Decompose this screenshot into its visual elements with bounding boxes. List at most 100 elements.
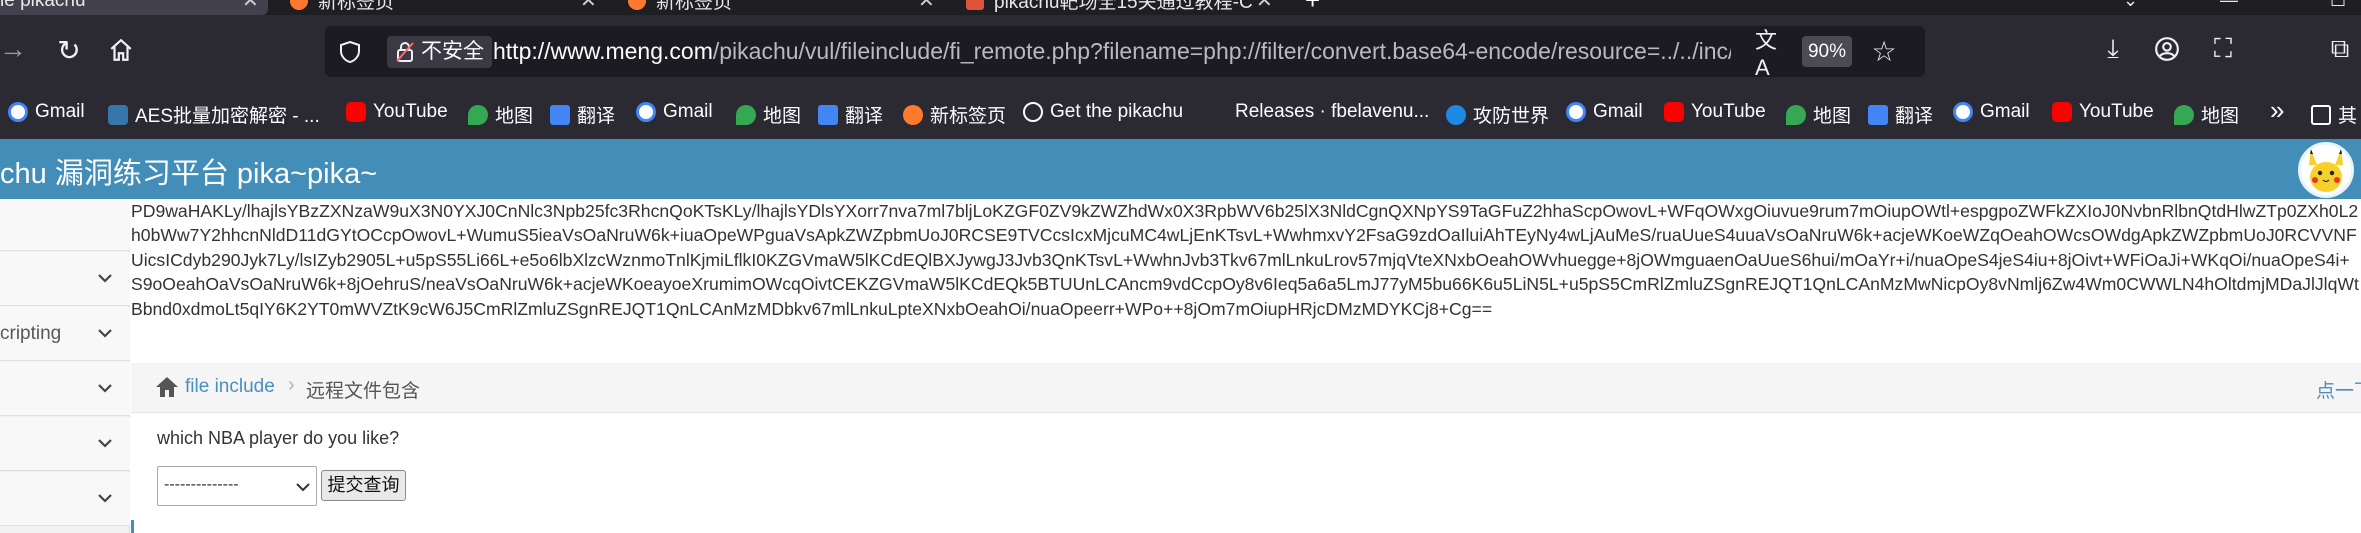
tab-new-1[interactable]: 新标签页 ✕ (290, 0, 597, 15)
hint-link[interactable]: 点一下 (2316, 376, 2361, 403)
bookmark-ctf[interactable]: 攻防世界 (1446, 101, 1549, 128)
page-title[interactable]: chu 漏洞练习平台 pika~pika~ (0, 150, 377, 192)
bookmark-label: YouTube (2079, 101, 2154, 122)
reload-icon[interactable]: ↻ (54, 35, 84, 66)
folder-icon (2311, 104, 2331, 125)
bookmark-aes[interactable]: AES批量加密解密 - ... (108, 101, 320, 128)
bookmark-label: 新标签页 (930, 106, 1007, 127)
bookmark-maps[interactable]: 地图 (736, 101, 801, 128)
breadcrumb-separator: › (288, 374, 295, 396)
bookmark-releases[interactable]: Releases · fbelavenu... (1208, 101, 1429, 123)
tab-tutorial[interactable]: pikachu靶场全15关通过教程-C ✕ (966, 0, 1273, 15)
maps-icon (1786, 104, 1806, 125)
bookmark-translate[interactable]: 翻译 (1868, 101, 1933, 128)
sidebar-item-4[interactable] (0, 362, 130, 416)
account-icon[interactable] (2152, 33, 2182, 65)
bookmark-label: 地图 (1813, 106, 1852, 127)
sidebar-item-5[interactable] (0, 417, 130, 471)
submit-button[interactable]: 提交查询 (321, 470, 406, 501)
close-icon[interactable]: ✕ (918, 0, 935, 13)
chevron-down-icon (98, 329, 112, 338)
bookmark-label: YouTube (373, 101, 448, 122)
maximize-icon[interactable]: ☐ (2330, 0, 2346, 15)
sidebar-item-1[interactable] (0, 199, 130, 251)
bookmark-maps[interactable]: 地图 (2174, 101, 2239, 128)
shield-icon[interactable] (337, 38, 363, 66)
url-text[interactable]: http://www.meng.com/pikachu/vul/fileincl… (493, 38, 1731, 65)
bookmark-label: Get the pikachu (1050, 101, 1184, 122)
page-header: chu 漏洞练习平台 pika~pika~ (0, 139, 2361, 199)
pikachu-avatar-image (2309, 149, 2343, 192)
globe-icon (1023, 102, 1043, 122)
content-bottom-edge (131, 520, 2361, 533)
maps-icon (736, 104, 756, 125)
home-icon[interactable] (155, 376, 179, 398)
csdn-icon (966, 0, 984, 10)
forward-icon[interactable]: → (0, 33, 27, 64)
bookmark-get-pikachu[interactable]: Get the pikachu (1023, 101, 1183, 123)
crop-extension-icon[interactable]: ⛶ (2208, 33, 2238, 65)
youtube-icon (346, 102, 366, 122)
zoom-level[interactable]: 90% (1802, 36, 1852, 67)
bookmark-gmail[interactable]: Gmail (1566, 101, 1643, 123)
sidebar-item-6[interactable] (0, 472, 130, 526)
bookmark-label: 翻译 (1895, 106, 1934, 127)
minimize-icon[interactable]: — (2220, 0, 2238, 15)
bookmark-maps[interactable]: 地图 (468, 101, 533, 128)
close-icon[interactable]: ✕ (242, 0, 259, 13)
bookmark-label: 翻译 (845, 106, 884, 127)
bookmark-label: YouTube (1691, 101, 1766, 122)
url-path: /pikachu/vul/fileinclude/fi_remote.php?f… (712, 38, 1731, 64)
bookmark-label: 翻译 (577, 106, 616, 127)
address-bar[interactable]: 不安全 http://www.meng.com/pikachu/vul/file… (325, 26, 1925, 80)
list-tabs-icon[interactable]: ⌄ (2123, 0, 2138, 15)
bookmark-youtube[interactable]: YouTube (2052, 101, 2154, 123)
bookmark-maps[interactable]: 地图 (1786, 101, 1851, 128)
bookmarks-overflow-button[interactable]: » (2270, 95, 2284, 126)
downloads-icon[interactable]: ⤓ (2098, 33, 2128, 65)
breadcrumb-link[interactable]: file include (185, 376, 275, 398)
ctf-icon (1446, 104, 1466, 125)
home-icon[interactable] (106, 35, 136, 65)
google-icon (1953, 102, 1973, 122)
google-icon (636, 102, 656, 122)
chevron-down-icon (98, 439, 112, 448)
extensions-icon[interactable]: ⧉ (2325, 33, 2355, 65)
breadcrumb: file include › 远程文件包含 点一下 (131, 363, 2361, 413)
bookmark-translate[interactable]: 翻译 (550, 101, 615, 128)
close-icon[interactable]: ✕ (580, 0, 597, 13)
bookmark-label: Gmail (1593, 101, 1643, 122)
bookmark-gmail[interactable]: Gmail (1953, 101, 2030, 123)
bookmark-label: 地图 (495, 106, 534, 127)
tab-pikachu[interactable]: le pikachu ✕ (0, 0, 268, 15)
translate-icon (1868, 104, 1888, 125)
chevron-down-icon (98, 384, 112, 393)
tab-new-2[interactable]: 新标签页 ✕ (628, 0, 935, 15)
bookmark-label: 地图 (2201, 106, 2240, 127)
security-label: 不安全 (421, 40, 484, 63)
other-bookmarks[interactable]: 其 (2311, 101, 2357, 128)
bookmark-label: 地图 (763, 106, 802, 127)
select-value: -------------- (164, 476, 239, 493)
translate-page-icon[interactable]: 文A (1755, 28, 1783, 80)
bookmark-new-tab[interactable]: 新标签页 (903, 101, 1006, 128)
bookmark-gmail[interactable]: Gmail (8, 101, 85, 123)
bookmark-youtube[interactable]: YouTube (1664, 101, 1766, 123)
translate-icon (818, 104, 838, 125)
bookmark-gmail[interactable]: Gmail (636, 101, 713, 123)
bookmark-translate[interactable]: 翻译 (818, 101, 883, 128)
avatar[interactable] (2298, 142, 2354, 198)
url-host: http://www.meng.com (493, 38, 713, 64)
maps-icon (468, 104, 488, 125)
firefox-icon (628, 0, 646, 10)
close-icon[interactable]: ✕ (1256, 0, 1273, 13)
google-icon (1566, 102, 1586, 122)
insecure-badge[interactable]: 不安全 (387, 36, 492, 68)
new-tab-button[interactable]: + (1305, 0, 1320, 15)
sidebar-item-2[interactable] (0, 252, 130, 306)
sidebar-item-xss[interactable]: cripting (0, 307, 130, 361)
nba-player-select[interactable]: -------------- (157, 466, 317, 506)
bookmark-youtube[interactable]: YouTube (346, 101, 448, 123)
sidebar: cripting (0, 199, 130, 533)
bookmark-star-icon[interactable]: ☆ (1870, 36, 1898, 67)
